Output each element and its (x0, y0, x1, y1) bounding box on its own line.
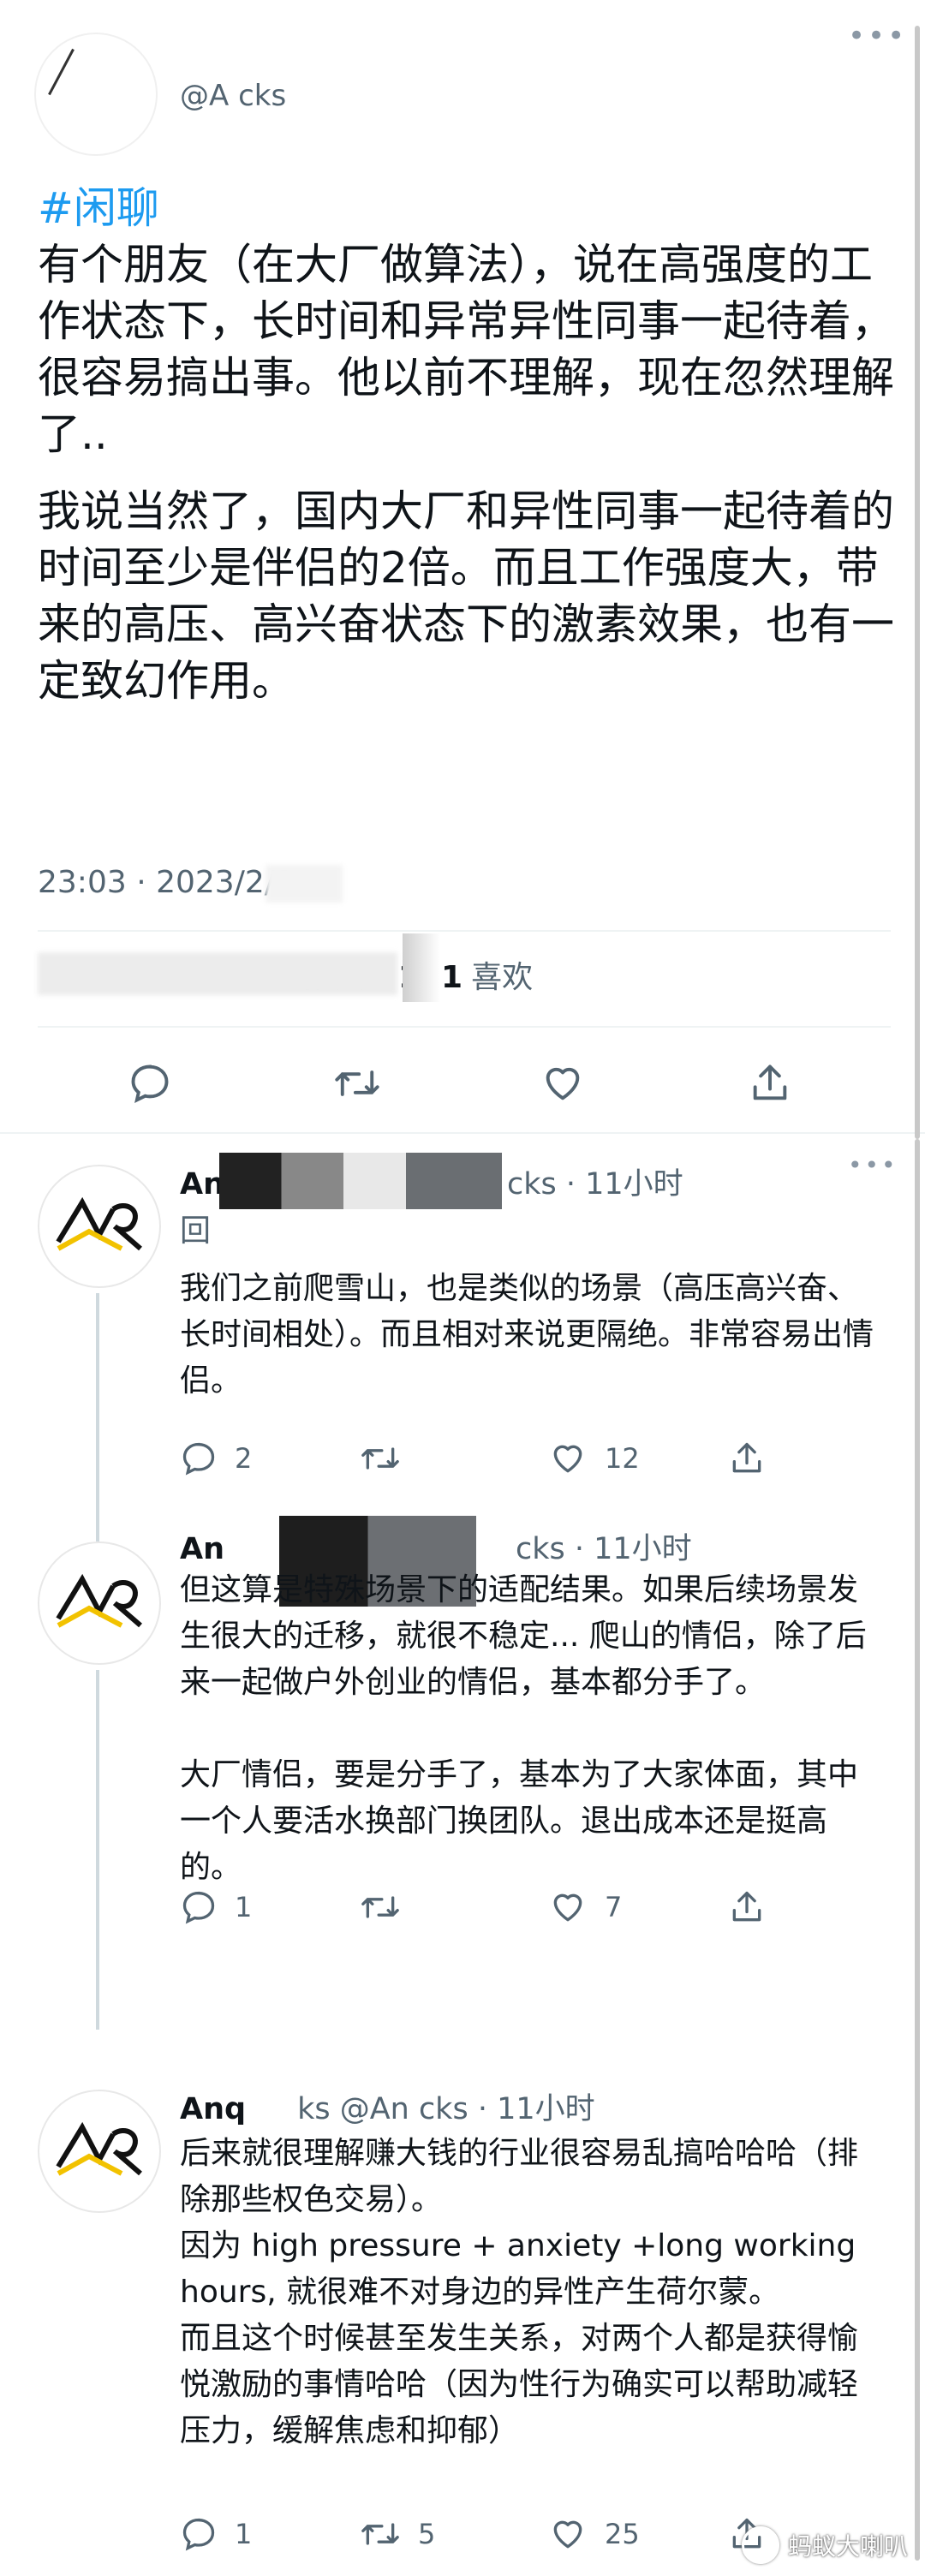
retweet-icon (361, 1896, 399, 1918)
like-count: 25 (605, 2518, 640, 2550)
reply-text: 但这算是特殊场景下的适配结果。如果后续场景发生很大的迁移，就很不稳定... 爬山… (180, 1567, 882, 1891)
share-button[interactable] (728, 1886, 766, 1929)
watermark: 蚂蚁大喇叭 (741, 2526, 908, 2564)
avatar[interactable] (38, 2090, 161, 2213)
like-icon[interactable] (533, 1053, 593, 1113)
reply-icon (182, 1891, 215, 1924)
reply-author-name[interactable]: An (180, 1532, 224, 1566)
retweet-button[interactable] (360, 1437, 418, 1480)
logo-icon (56, 1196, 142, 1251)
reply-handle-time: cks · 11小时 (516, 1532, 692, 1566)
divider (0, 1132, 925, 1134)
tweet-timestamp[interactable]: 23:03 · 2023/2/1 (38, 865, 295, 900)
logo-icon (56, 1573, 142, 1628)
reply-icon[interactable] (120, 1053, 180, 1113)
reply-text: 后来就很理解赚大钱的行业很容易乱搞哈哈哈（排除那些权色交易）。 因为 high … (180, 2131, 882, 2454)
more-options-icon[interactable]: ••• (848, 19, 907, 53)
like-count: 7 (605, 1891, 623, 1923)
like-icon (553, 2520, 582, 2549)
reply-paragraph: 我们之前爬雪山，也是类似的场景（高压高兴奋、长时间相处）。而且相对来说更隔绝。非… (180, 1271, 874, 1398)
reply-paragraph: 因为 high pressure + anxiety +long working… (180, 2228, 856, 2310)
reply-paragraph: 大厂情侣，要是分手了，基本为了大家体面，其中一个人要活水换部门换团队。退出成本还… (180, 1757, 859, 1885)
reply-actions: 1 7 (180, 1886, 882, 1929)
retweet-icon[interactable] (327, 1053, 387, 1113)
reply-handle-time: cks · 11小时 (507, 1167, 683, 1202)
main-tweet-header: ks @A cks ••• (34, 19, 908, 156)
share-icon (732, 1891, 761, 1922)
watermark-text: 蚂蚁大喇叭 (787, 2532, 908, 2561)
redaction-blur (266, 865, 343, 903)
reply-author-name[interactable]: An (180, 1167, 224, 1202)
tweet-paragraph: 有个朋友（在大厂做算法），说在高强度的工作状态下，长时间和异常异性同事一起待着，… (38, 240, 894, 459)
reply-icon (182, 2518, 215, 2551)
reply-actions: 2 12 (180, 1437, 882, 1480)
reply-handle-time: ks @An cks · 11小时 (297, 2092, 595, 2126)
redaction-mark (219, 1153, 502, 1209)
reply-button[interactable]: 1 (180, 1886, 252, 1929)
scrollbar[interactable] (915, 1139, 920, 2561)
avatar[interactable] (38, 1165, 161, 1288)
more-options-icon[interactable]: ••• (848, 1151, 898, 1179)
like-count: 12 (605, 1442, 640, 1475)
retweet-count: 5 (418, 2518, 436, 2550)
reply-count: 1 (235, 1891, 253, 1923)
tweet-detail-page: ks @A cks ••• #闲聊 有个朋友（在大厂做算法），说在高强度的工作状… (0, 0, 925, 2576)
divider (38, 1026, 891, 1028)
redaction-mark (403, 933, 440, 1002)
reply-count: 1 (235, 2518, 253, 2550)
author-handle[interactable]: @A cks (180, 79, 286, 113)
share-icon[interactable] (740, 1053, 800, 1113)
reply-author-name[interactable]: Anq (180, 2092, 246, 2126)
reply-paragraph: 但这算是特殊场景下的适配结果。如果后续场景发生很大的迁移，就很不稳定... 爬山… (180, 1572, 867, 1700)
main-tweet-body: #闲聊 有个朋友（在大厂做算法），说在高强度的工作状态下，长时间和异常异性同事一… (38, 180, 894, 709)
retweet-icon (361, 1447, 399, 1470)
reply-paragraph: 后来就很理解赚大钱的行业很容易乱搞哈哈哈（排除那些权色交易）。 (180, 2136, 859, 2217)
wechat-icon (741, 2526, 779, 2564)
tweet-paragraph: 我说当然了，国内大厂和异性同事一起待着的时间至少是伴侣的2倍。而且工作强度大，带… (38, 486, 894, 706)
avatar[interactable] (38, 1541, 161, 1665)
share-icon (732, 1442, 761, 1473)
reply-count: 2 (235, 1442, 253, 1475)
reply-tweet[interactable]: An cks · 11小时 回 我们之前爬雪山，也是类似的场景（高压高兴奋、长时间… (0, 1148, 925, 1541)
thread-line (96, 1293, 99, 1541)
like-icon (553, 1893, 582, 1922)
like-button[interactable]: 12 (548, 1437, 640, 1480)
scrollbar[interactable] (915, 26, 920, 1139)
like-button[interactable]: 7 (548, 1886, 622, 1929)
retweet-icon (361, 2523, 399, 2545)
reply-text: 我们之前爬雪山，也是类似的场景（高压高兴奋、长时间相处）。而且相对来说更隔绝。非… (180, 1266, 882, 1404)
reply-author[interactable]: Anq ks @An cks · 11小时 (180, 2084, 595, 2128)
main-tweet-actions (38, 1053, 891, 1113)
reply-paragraph: 而且这个时候甚至发生关系，对两个人都是获得愉悦激励的事情哈哈（因为性行为确实可以… (180, 2321, 859, 2448)
logo-icon (56, 2121, 142, 2176)
like-button[interactable]: 25 (548, 2513, 640, 2555)
share-button[interactable] (728, 1437, 766, 1480)
redaction-mark (180, 38, 283, 75)
retweet-button[interactable] (360, 1886, 418, 1929)
like-icon (553, 1445, 582, 1473)
replying-to-label: 回 (180, 1213, 212, 1249)
reply-icon (182, 1442, 215, 1476)
thread-line (96, 1670, 99, 2030)
hashtag-link[interactable]: #闲聊 (38, 180, 894, 236)
reply-button[interactable]: 1 (180, 2513, 252, 2555)
avatar[interactable] (34, 33, 158, 156)
reply-button[interactable]: 2 (180, 1437, 252, 1480)
redaction-blur (38, 952, 397, 995)
reply-tweet[interactable]: Anq ks @An cks · 11小时 后来就很理解赚大钱的行业很容易乱搞哈哈… (0, 2072, 925, 2569)
reply-tweet[interactable]: An cks · 11小时 但这算是特殊场景下的适配结果。如果后续场景发生很大的迁… (0, 1516, 925, 2030)
likes-label[interactable]: 喜欢 (471, 960, 533, 995)
divider (38, 930, 891, 932)
retweet-button[interactable]: 5 (360, 2513, 435, 2555)
